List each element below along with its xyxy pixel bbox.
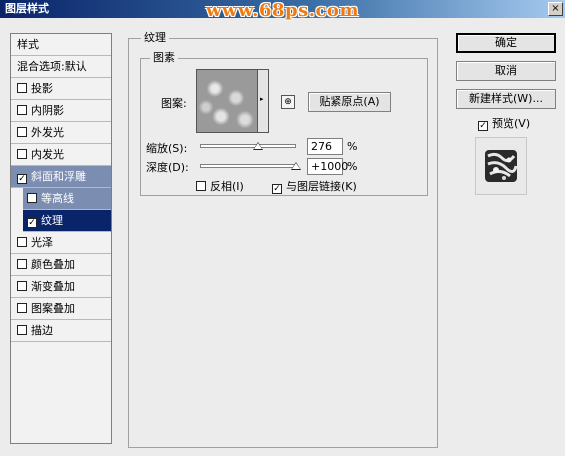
checkbox[interactable] xyxy=(17,237,27,247)
checkbox[interactable] xyxy=(17,281,27,291)
style-item-label: 描边 xyxy=(31,324,53,337)
style-item-label: 光泽 xyxy=(31,236,53,249)
style-item-gradient-overlay[interactable]: 渐变叠加 xyxy=(11,276,111,298)
checkbox[interactable] xyxy=(17,127,27,137)
chevron-down-icon: ▸ xyxy=(260,95,264,103)
style-item-contour[interactable]: 等高线 xyxy=(23,188,111,210)
scale-percent: % xyxy=(347,140,358,153)
invert-label: 反相(I) xyxy=(210,180,244,193)
invert-checkbox[interactable] xyxy=(196,181,206,191)
depth-slider[interactable] xyxy=(200,164,296,168)
depth-label: 深度(D): xyxy=(146,161,189,174)
style-item-label: 图案叠加 xyxy=(31,302,75,315)
style-item-satin[interactable]: 光泽 xyxy=(11,232,111,254)
elements-group-title: 图素 xyxy=(150,52,178,64)
style-item-label: 外发光 xyxy=(31,126,64,139)
style-item-label: 内发光 xyxy=(31,148,64,161)
preview-thumbnail-icon xyxy=(485,150,518,182)
link-with-layer-label: 与图层链接(K) xyxy=(286,180,357,193)
cancel-button[interactable]: 取消 xyxy=(456,61,556,81)
snap-to-origin-button[interactable]: 贴紧原点(A) xyxy=(308,92,391,112)
style-item-pattern-overlay[interactable]: 图案叠加 xyxy=(11,298,111,320)
link-with-layer-checkbox[interactable]: ✓ xyxy=(272,184,282,194)
style-item-outer-glow[interactable]: 外发光 xyxy=(11,122,111,144)
style-list-header[interactable]: 样式 xyxy=(11,34,111,56)
depth-input[interactable]: +1000 xyxy=(307,158,348,175)
style-item-label: 等高线 xyxy=(41,192,74,205)
checkbox[interactable] xyxy=(17,259,27,269)
style-item-inner-glow[interactable]: 内发光 xyxy=(11,144,111,166)
pattern-picker-dropdown[interactable]: ▸ xyxy=(258,69,269,133)
checkbox[interactable] xyxy=(17,303,27,313)
checkbox[interactable] xyxy=(27,193,37,203)
style-item-label: 投影 xyxy=(31,82,53,95)
elements-group xyxy=(140,58,428,196)
preview-checkbox[interactable]: ✓ xyxy=(478,121,488,131)
blending-options-item[interactable]: 混合选项:默认 xyxy=(11,56,111,78)
checkbox[interactable] xyxy=(17,105,27,115)
style-item-stroke[interactable]: 描边 xyxy=(11,320,111,342)
new-preset-icon[interactable]: ⊕ xyxy=(281,95,295,109)
checkbox[interactable] xyxy=(17,83,27,93)
depth-percent: % xyxy=(347,160,358,173)
checkbox[interactable]: ✓ xyxy=(27,218,37,228)
depth-slider-thumb[interactable] xyxy=(291,162,301,170)
preview-label: 预览(V) xyxy=(492,117,531,130)
style-preview xyxy=(475,137,527,195)
style-item-inner-shadow[interactable]: 内阴影 xyxy=(11,100,111,122)
style-item-label: 斜面和浮雕 xyxy=(31,170,86,183)
invert-option[interactable]: 反相(I) xyxy=(196,178,244,194)
texture-group-title: 纹理 xyxy=(141,32,169,44)
style-item-label: 纹理 xyxy=(41,214,63,227)
close-button[interactable]: × xyxy=(548,2,563,16)
style-item-label: 内阴影 xyxy=(31,104,64,117)
window-title: 图层样式 xyxy=(5,2,49,15)
style-item-label: 颜色叠加 xyxy=(31,258,75,271)
scale-label: 缩放(S): xyxy=(146,142,188,155)
pattern-label: 图案: xyxy=(161,97,187,110)
scale-slider[interactable] xyxy=(200,144,296,148)
style-item-texture[interactable]: ✓ 纹理 xyxy=(23,210,111,232)
link-with-layer-option[interactable]: ✓ 与图层链接(K) xyxy=(272,178,357,194)
ok-button[interactable]: 确定 xyxy=(456,33,556,53)
style-item-drop-shadow[interactable]: 投影 xyxy=(11,78,111,100)
preview-option[interactable]: ✓ 预览(V) xyxy=(478,115,530,131)
new-style-button[interactable]: 新建样式(W)... xyxy=(456,89,556,109)
checkbox[interactable] xyxy=(17,325,27,335)
style-item-bevel-emboss[interactable]: ✓ 斜面和浮雕 xyxy=(11,166,111,188)
pattern-swatch[interactable] xyxy=(196,69,258,133)
checkbox[interactable]: ✓ xyxy=(17,174,27,184)
style-item-color-overlay[interactable]: 颜色叠加 xyxy=(11,254,111,276)
style-list: 样式 混合选项:默认 投影 内阴影 外发光 内发光 ✓ 斜面和浮雕 等高线 ✓ 纹理… xyxy=(10,33,112,444)
scale-slider-thumb[interactable] xyxy=(252,142,263,150)
checkbox[interactable] xyxy=(17,149,27,159)
scale-input[interactable]: 276 xyxy=(307,138,343,155)
watermark-logo: www.68ps.com xyxy=(206,0,359,21)
style-item-label: 渐变叠加 xyxy=(31,280,75,293)
